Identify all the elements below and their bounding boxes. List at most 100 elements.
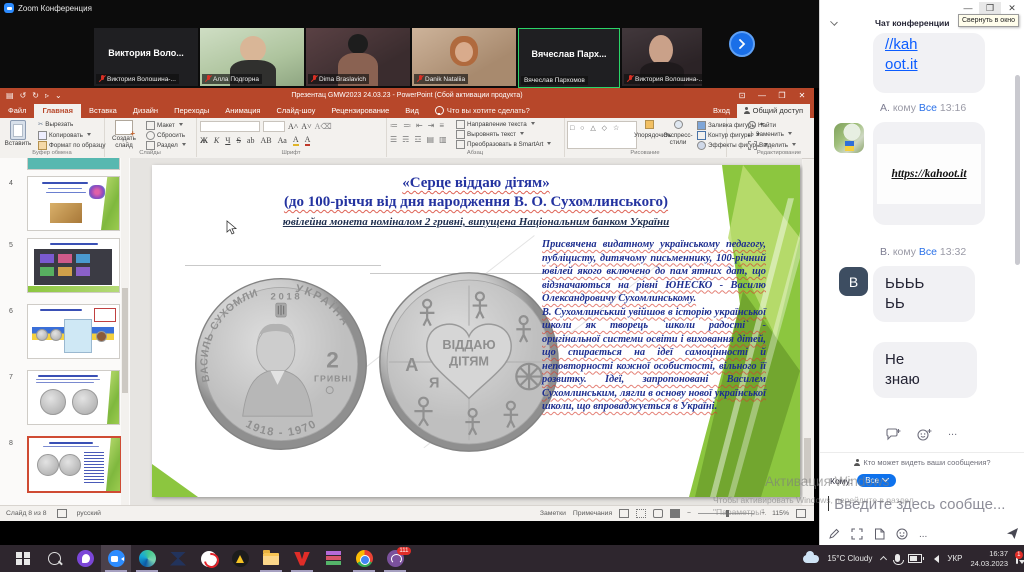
numbering-icon[interactable]: ≕ xyxy=(403,121,411,130)
language-indicator[interactable]: русский xyxy=(77,510,101,517)
paste-button[interactable]: Вставить xyxy=(1,120,35,147)
avatar-initial[interactable]: В xyxy=(839,267,868,296)
aimp-icon[interactable] xyxy=(225,545,255,572)
chat-link[interactable]: //kah xyxy=(885,35,985,55)
battery-icon[interactable] xyxy=(908,554,922,563)
send-button[interactable] xyxy=(1006,527,1019,540)
shapes-gallery[interactable]: □ ○ △ ◇ ☆ xyxy=(567,121,637,149)
slide-area-scrollbar-thumb[interactable] xyxy=(804,438,811,483)
chat-message-bubble[interactable]: Не знаю xyxy=(873,342,977,398)
chat-scrollbar[interactable] xyxy=(1015,75,1020,265)
zoom-level[interactable]: 115% xyxy=(772,510,789,517)
clear-formatting-icon[interactable]: А⌫ xyxy=(315,122,332,131)
edge-icon[interactable] xyxy=(132,545,162,572)
reply-thread-icon[interactable] xyxy=(886,428,901,441)
participant-tile[interactable]: Виктория Волошина-... xyxy=(622,28,702,86)
bold-button[interactable]: Ж xyxy=(200,136,208,145)
zoom-out-button[interactable]: − xyxy=(687,510,691,517)
minimize-icon[interactable]: — xyxy=(752,88,772,103)
slide-thumbnail-7[interactable] xyxy=(27,370,120,425)
pasted-image[interactable]: https://kahoot.it xyxy=(877,144,981,204)
zoom-in-button[interactable]: + xyxy=(761,510,765,517)
highlight-color-button[interactable]: А xyxy=(293,135,299,146)
sign-in-link[interactable]: Вход xyxy=(713,106,730,115)
slide[interactable]: «Серце віддаю дітям» (до 100-річчя від д… xyxy=(152,165,800,497)
participant-tile[interactable]: Dima Braslavich xyxy=(306,28,410,86)
comments-toggle[interactable]: Примечания xyxy=(573,510,612,517)
more-options-icon[interactable]: ... xyxy=(948,428,957,441)
slide-thumbnail-4[interactable] xyxy=(27,176,120,231)
weather-icon[interactable] xyxy=(803,555,819,563)
tab-insert[interactable]: Вставка xyxy=(81,104,125,118)
fit-slide-icon[interactable] xyxy=(796,509,806,518)
copy-button[interactable]: Копировать xyxy=(38,131,91,140)
align-right-icon[interactable]: ☲ xyxy=(414,135,421,144)
format-painter-button[interactable]: Формат по образцу xyxy=(38,141,105,150)
text-direction-button[interactable]: Направление текста xyxy=(456,120,535,129)
underline-button[interactable]: Ч xyxy=(225,136,230,145)
file-icon[interactable] xyxy=(874,528,885,540)
bullets-icon[interactable]: ≔ xyxy=(390,121,398,130)
chat-message-bubble[interactable]: ЬЬЬЬ ЬЬ xyxy=(873,266,975,322)
search-button[interactable] xyxy=(39,545,69,572)
participant-tile[interactable]: Виктория Воло... Виктория Волошина-... xyxy=(94,28,198,86)
chat-message-input[interactable]: Введите здесь сообще... xyxy=(828,496,1018,513)
weather-text[interactable]: 15°C Cloudy xyxy=(827,554,872,563)
thumbnail-scrollbar-thumb[interactable] xyxy=(122,288,128,393)
start-button[interactable] xyxy=(8,545,38,572)
zoom-slider[interactable] xyxy=(698,513,754,514)
quick-styles-button[interactable]: Экспресс-стили xyxy=(662,120,694,147)
section-button[interactable]: Раздел xyxy=(146,141,186,150)
cut-button[interactable]: ✂Вырезать xyxy=(38,121,73,128)
grow-font-icon[interactable]: А˄ xyxy=(288,122,298,131)
italic-button[interactable]: К xyxy=(214,136,219,145)
tell-me-box[interactable]: Что вы хотите сделать? xyxy=(435,106,530,118)
text-shadow-button[interactable]: ab xyxy=(247,136,255,145)
slide-thumbnail-6[interactable] xyxy=(27,304,120,359)
tab-file[interactable]: Файл xyxy=(0,104,34,118)
recipient-dropdown[interactable]: Все xyxy=(857,474,896,487)
slide-sorter-view-icon[interactable] xyxy=(636,509,646,518)
close-icon[interactable]: ✕ xyxy=(792,88,812,103)
avatar[interactable] xyxy=(834,123,864,153)
strikethrough-button[interactable]: S xyxy=(236,136,240,145)
tab-view[interactable]: Вид xyxy=(397,104,427,118)
layout-button[interactable]: Макет xyxy=(146,121,183,130)
yandex-alice-icon[interactable] xyxy=(70,545,100,572)
increase-indent-icon[interactable]: ⇥ xyxy=(428,121,435,130)
align-text-button[interactable]: Выровнять текст xyxy=(456,130,524,139)
emoji-icon[interactable] xyxy=(896,528,908,540)
find-button[interactable]: Найти xyxy=(748,121,776,129)
notes-indicator-icon[interactable] xyxy=(57,509,67,518)
font-color-button[interactable]: А xyxy=(305,135,311,146)
slide-thumbnail-5[interactable] xyxy=(27,238,120,293)
participant-tile-active-speaker[interactable]: Вячеслав Парх... Вячеслав Пархомов xyxy=(518,28,620,88)
tab-design[interactable]: Дизайн xyxy=(125,104,166,118)
shrink-font-icon[interactable]: А˅ xyxy=(301,122,311,131)
share-button[interactable]: Общий доступ xyxy=(737,104,810,118)
slideshow-view-icon[interactable] xyxy=(670,509,680,518)
decrease-indent-icon[interactable]: ⇤ xyxy=(416,121,423,130)
zoom-taskbar-icon[interactable] xyxy=(101,545,131,572)
participant-tile[interactable]: Danik Nataliia xyxy=(412,28,516,86)
volume-icon[interactable] xyxy=(930,555,939,563)
add-reaction-icon[interactable] xyxy=(917,428,932,441)
tab-transitions[interactable]: Переходы xyxy=(166,104,217,118)
hidden-icons-chevron[interactable] xyxy=(880,555,887,562)
participant-tile[interactable]: Алла Подгорна xyxy=(200,28,304,86)
maximize-icon[interactable]: ❒ xyxy=(772,88,792,103)
new-slide-button[interactable]: Создать слайд xyxy=(105,120,143,149)
tab-animations[interactable]: Анимация xyxy=(217,104,268,118)
next-participants-button[interactable] xyxy=(729,31,755,57)
align-center-icon[interactable]: ☴ xyxy=(402,135,409,144)
reading-view-icon[interactable] xyxy=(653,509,663,518)
align-left-icon[interactable]: ☰ xyxy=(390,135,397,144)
action-center-button[interactable]: 1 xyxy=(1016,554,1018,563)
change-case-button[interactable]: Аа xyxy=(278,136,287,145)
replace-button[interactable]: abЗаменить xyxy=(748,131,792,138)
language-indicator[interactable]: УКР xyxy=(947,554,962,563)
chat-link[interactable]: oot.it xyxy=(885,55,985,75)
reset-button[interactable]: Сбросить xyxy=(146,131,185,140)
justify-icon[interactable]: ▤ xyxy=(427,135,435,144)
opera-icon[interactable] xyxy=(194,545,224,572)
